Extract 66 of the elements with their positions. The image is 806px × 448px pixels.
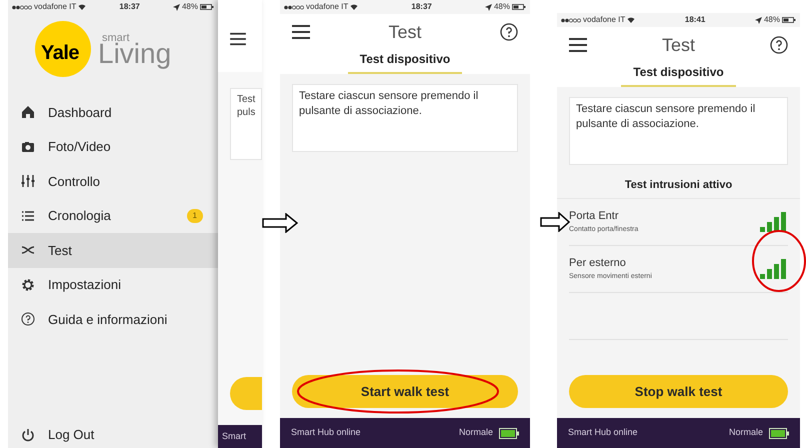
tab[interactable]: Test dispositivo: [621, 63, 736, 87]
signal-dots-icon: [12, 4, 32, 10]
menu-item[interactable]: Impostazioni: [8, 268, 218, 302]
help-icon: [500, 23, 518, 41]
info-box: Testare ciascun sensore premendo il pulsante di associazione.: [292, 84, 518, 152]
screen-title: Test: [388, 20, 422, 44]
status-time: 18:41: [684, 14, 706, 26]
wifi-icon: [350, 4, 358, 10]
menu-item[interactable]: Test: [8, 233, 218, 268]
location-icon: [172, 4, 180, 10]
menu-item[interactable]: Guida e informazioni: [8, 302, 218, 336]
location-icon: [484, 4, 492, 10]
hub-status: Smart: [222, 430, 246, 443]
menu-item[interactable]: Foto/Video: [8, 130, 218, 164]
status-time: 18:37: [411, 1, 432, 13]
carrier-name: vodafone IT: [583, 14, 626, 26]
battery-icon: [512, 4, 526, 10]
mode-label: Normale: [458, 426, 493, 440]
menu-item[interactable]: Controllo: [8, 164, 218, 198]
power-icon: [21, 428, 35, 442]
tab[interactable]: Test dispositivo: [348, 50, 462, 74]
wifi-icon: [627, 17, 636, 23]
mode-label: Normale: [728, 426, 763, 440]
sensor-name: Per esterno: [569, 256, 627, 271]
location-icon: [754, 16, 762, 24]
count-badge: 1: [186, 208, 203, 223]
menu-icon: [292, 24, 310, 40]
camera-icon: [21, 140, 35, 154]
battery-percent: 48%: [494, 1, 510, 13]
screen-title: Test: [662, 34, 695, 56]
section-heading: Test intrusioni attivo: [557, 177, 800, 198]
walk-test-button[interactable]: Start walk test: [292, 375, 518, 408]
walk-test-button[interactable]: [230, 377, 262, 410]
carrier-name: vodafone IT: [306, 1, 348, 13]
signal-bars-icon: [760, 258, 786, 278]
carrier-name: vodafone IT: [34, 1, 76, 13]
battery-percent: 48%: [182, 1, 198, 13]
menu-icon: [569, 37, 587, 53]
walk-test-button[interactable]: Stop walk test: [569, 375, 788, 408]
signal-dots-icon: [561, 18, 581, 22]
battery-icon: [499, 428, 519, 438]
highlight-circle: [751, 229, 806, 293]
hub-status: Smart Hub online: [291, 426, 361, 440]
battery-percent: 48%: [764, 14, 780, 26]
settings-icon: [21, 278, 35, 292]
menu-item[interactable]: Cronologia 1: [8, 198, 218, 233]
info-box: Test puls: [230, 88, 262, 160]
logo-brand: Yale: [41, 41, 80, 66]
status-time: 18:37: [119, 1, 140, 13]
info-box: Testare ciascun sensore premendo il pulsante di associazione.: [569, 97, 788, 165]
home-icon: [21, 105, 35, 120]
signal-bars-icon: [760, 212, 786, 232]
help-icon: [770, 36, 788, 54]
hub-status: Smart Hub online: [568, 426, 638, 440]
signal-dots-icon: [284, 4, 304, 10]
battery-icon: [782, 17, 796, 23]
help-icon: [21, 312, 35, 326]
sliders-icon: [21, 174, 35, 188]
wifi-icon: [78, 4, 86, 10]
sensor-name: Porta Entr: [569, 209, 620, 224]
battery-icon: [200, 4, 214, 10]
list-icon: [21, 208, 35, 223]
menu-icon: [230, 32, 246, 46]
menu-item[interactable]: Dashboard: [8, 95, 218, 130]
battery-icon: [769, 428, 789, 438]
logout-item[interactable]: Log Out: [8, 422, 218, 448]
